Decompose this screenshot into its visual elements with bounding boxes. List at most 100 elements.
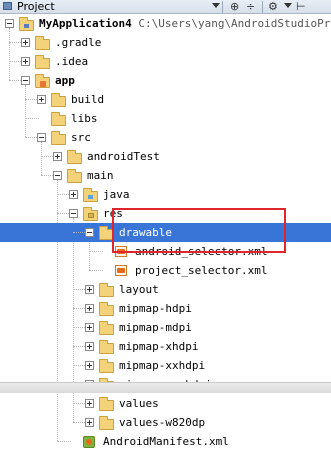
expand-icon[interactable] (85, 361, 94, 370)
tree-item-name: .idea (55, 55, 89, 68)
tree-item-label: app (55, 73, 75, 88)
folder-icon (99, 321, 114, 335)
tree-item-label: layout (119, 282, 159, 297)
expand-icon[interactable] (85, 418, 94, 427)
tree-row[interactable]: src (0, 128, 331, 147)
tree-item-label: build (71, 92, 104, 107)
tree-item-name: AndroidManifest.xml (103, 435, 229, 448)
tree-row[interactable]: values-w820dp (0, 413, 331, 432)
tree-item-label: project_selector.xml (135, 263, 267, 278)
tree-item-name: layout (119, 283, 159, 296)
folder-icon (51, 131, 66, 145)
collapse-icon[interactable] (69, 209, 78, 218)
tree-row[interactable]: androidTest (0, 147, 331, 166)
tree-item-name: res (103, 207, 123, 220)
tree-item-name: build (71, 93, 105, 106)
tree-item-name: values-w820dp (119, 416, 206, 429)
tree-item-name: app (55, 74, 75, 87)
xml-file-icon (115, 246, 127, 257)
expand-icon[interactable] (85, 399, 94, 408)
tree-item-label: values-w820dp (119, 415, 205, 430)
tree-row[interactable]: build (0, 90, 331, 109)
tree-row[interactable]: drawable (0, 223, 331, 242)
folder-icon (35, 36, 50, 50)
tree-row[interactable]: .idea (0, 52, 331, 71)
tree-item-label: libs (71, 111, 98, 126)
folder-icon (99, 302, 114, 316)
folder-icon (99, 340, 114, 354)
collapse-icon[interactable] (53, 171, 62, 180)
chevron-down-icon[interactable] (284, 3, 292, 8)
tree-row[interactable]: android_selector.xml (0, 242, 331, 261)
expand-icon[interactable] (69, 190, 78, 199)
tree-row[interactable]: res (0, 204, 331, 223)
tree-guide-line (89, 270, 103, 271)
tree-row[interactable]: mipmap-mdpi (0, 318, 331, 337)
tree-item-name: androidTest (87, 150, 160, 163)
scroll-from-source-icon[interactable]: ⊕ (230, 0, 239, 13)
folder-icon (99, 283, 114, 297)
module-folder-icon (19, 17, 34, 31)
tree-item-label: mipmap-xxhdpi (119, 358, 205, 373)
tree-row[interactable]: mipmap-xxhdpi (0, 356, 331, 375)
expand-icon[interactable] (21, 38, 30, 47)
tree-item-label: MyApplication4 C:\Users\yang\AndroidStud… (39, 16, 331, 31)
folder-icon (51, 112, 66, 126)
xml-file-icon (115, 265, 127, 276)
tree-item-name: mipmap-xhdpi (119, 340, 199, 353)
collapse-icon[interactable] (85, 228, 94, 237)
tree-item-name: values (119, 397, 159, 410)
collapse-icon[interactable] (21, 76, 30, 85)
folder-icon (99, 397, 114, 411)
tree-row[interactable]: mipmap-hdpi (0, 299, 331, 318)
expand-icon[interactable] (85, 342, 94, 351)
tree-item-label: AndroidManifest.xml (103, 434, 229, 449)
res-folder-icon (83, 207, 98, 221)
tree-row[interactable]: main (0, 166, 331, 185)
project-view-title[interactable]: Project (17, 0, 55, 13)
expand-icon[interactable] (85, 323, 94, 332)
expand-icon[interactable] (37, 95, 46, 104)
tree-row[interactable]: libs (0, 109, 331, 128)
tree-item-label: mipmap-xhdpi (119, 339, 198, 354)
expand-icon[interactable] (85, 285, 94, 294)
tree-item-name: mipmap-xxhdpi (119, 359, 206, 372)
tree-row[interactable]: MyApplication4 C:\Users\yang\AndroidStud… (0, 14, 331, 33)
tree-row[interactable]: mipmap-xhdpi (0, 337, 331, 356)
collapse-all-icon[interactable]: ÷ (246, 0, 255, 13)
collapse-icon[interactable] (5, 19, 14, 28)
hide-panel-icon[interactable]: ⊢ (296, 0, 306, 13)
tree-item-label: res (103, 206, 123, 221)
expand-icon[interactable] (21, 57, 30, 66)
tree-item-label: .idea (55, 54, 88, 69)
gear-icon[interactable]: ⚙ (268, 0, 278, 13)
expand-icon[interactable] (85, 304, 94, 313)
collapse-icon[interactable] (37, 133, 46, 142)
expand-icon[interactable] (53, 152, 62, 161)
tree-row[interactable]: project_selector.xml (0, 261, 331, 280)
tree-guide-line (25, 118, 39, 119)
source-folder-icon (83, 188, 98, 202)
tree-guide-line (89, 251, 103, 252)
manifest-file-icon (83, 436, 95, 448)
tree-item-label: android_selector.xml (135, 244, 267, 259)
tree-row[interactable]: values (0, 394, 331, 413)
tree-item-name: libs (71, 112, 98, 125)
horizontal-scrollbar[interactable] (0, 382, 331, 393)
chevron-down-icon[interactable] (212, 3, 220, 8)
toolbar-separator (222, 1, 223, 13)
tree-item-name: .gradle (55, 36, 102, 49)
tree-item-label: src (71, 130, 91, 145)
tree-item-name: MyApplication4 (39, 17, 132, 30)
tree-item-label: .gradle (55, 35, 101, 50)
tree-row[interactable]: app (0, 71, 331, 90)
tree-item-label: java (103, 187, 130, 202)
tree-row[interactable]: .gradle (0, 33, 331, 52)
tree-item-label: drawable (119, 225, 172, 240)
tree-item-name: drawable (119, 226, 172, 239)
tree-item-label: mipmap-hdpi (119, 301, 192, 316)
tree-row[interactable]: layout (0, 280, 331, 299)
tree-row[interactable]: AndroidManifest.xml (0, 432, 331, 451)
folder-icon (35, 55, 50, 69)
tree-row[interactable]: java (0, 185, 331, 204)
